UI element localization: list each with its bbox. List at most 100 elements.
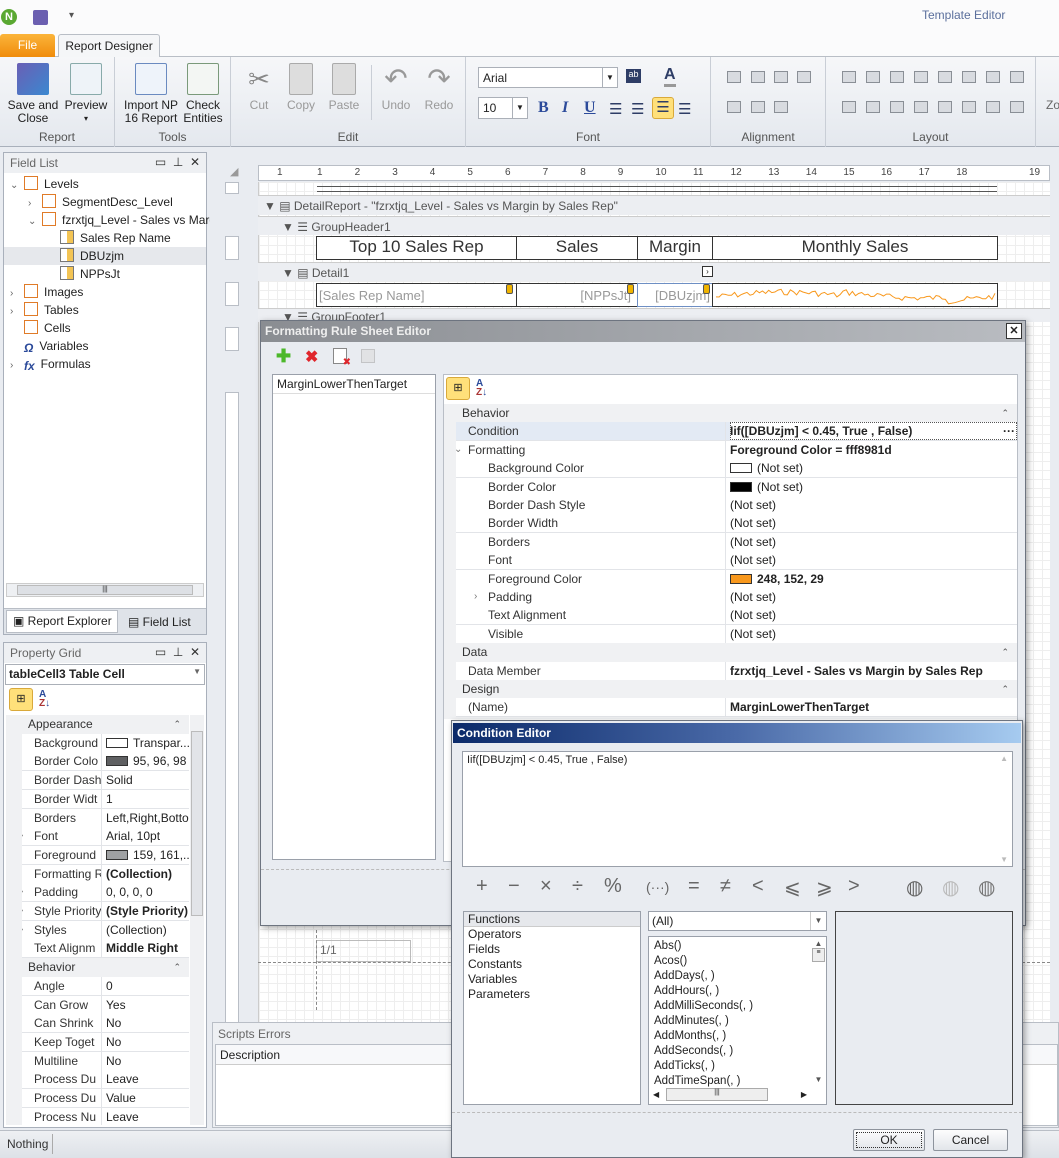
- layout-tool-icon[interactable]: [866, 101, 880, 113]
- property-row[interactable]: Foreground Color 248, 152, 29: [456, 569, 1017, 589]
- align-bottoms-icon[interactable]: [774, 101, 788, 113]
- layout-tool-icon[interactable]: [938, 101, 952, 113]
- tab-report-designer[interactable]: Report Designer: [58, 34, 160, 58]
- operator-button[interactable]: ÷: [572, 875, 583, 898]
- function-item[interactable]: AddSeconds(, ): [649, 1044, 809, 1059]
- align-right-button[interactable]: ☰: [652, 97, 674, 119]
- detail-cell-selected[interactable]: [DBUzjm]: [637, 283, 713, 307]
- detail-cell[interactable]: [Sales Rep Name]: [316, 283, 517, 307]
- justify-button[interactable]: ☰: [678, 100, 691, 118]
- operator-button[interactable]: ×: [540, 875, 552, 898]
- function-item[interactable]: AddMilliSeconds(, ): [649, 999, 809, 1014]
- sparkline[interactable]: [712, 283, 998, 307]
- underline-button[interactable]: U: [584, 99, 596, 117]
- layout-tool-icon[interactable]: [986, 71, 1000, 83]
- property-row[interactable]: Multiline No: [22, 1051, 189, 1071]
- property-row[interactable]: ›Padding0, 0, 0, 0: [22, 883, 189, 903]
- operator-button[interactable]: (···): [646, 879, 669, 895]
- quick-access-dropdown-icon[interactable]: ▾: [69, 10, 74, 21]
- header-cell[interactable]: Top 10 Sales Rep: [316, 236, 517, 260]
- property-value[interactable]: (Not set): [730, 514, 1017, 532]
- property-row[interactable]: Can Grow Yes: [22, 995, 189, 1015]
- clear-unused-icon[interactable]: [361, 349, 375, 363]
- rule-item[interactable]: MarginLowerThenTarget: [273, 375, 435, 394]
- undo-button[interactable]: ↶ Undo: [376, 63, 416, 112]
- close-button[interactable]: ✕: [1006, 323, 1022, 339]
- font-size-select[interactable]: 10 ▼: [478, 97, 528, 119]
- ellipsis-button[interactable]: ···: [1003, 422, 1015, 440]
- tree-item[interactable]: ⌄ fzrxtjq_Level - Sales vs Margin: [4, 211, 225, 229]
- operator-button[interactable]: ⩽: [784, 875, 801, 900]
- property-value[interactable]: Value: [106, 1089, 189, 1107]
- italic-button[interactable]: I: [562, 99, 568, 117]
- layout-tool-icon[interactable]: [890, 101, 904, 113]
- operator-button[interactable]: +: [476, 875, 488, 898]
- property-row[interactable]: Text Alignm Middle Right: [22, 939, 189, 959]
- vertical-scrollbar[interactable]: [190, 715, 204, 1125]
- save-and-close-button[interactable]: Save and Close: [4, 63, 62, 125]
- tree-item[interactable]: › SegmentDesc_Level: [4, 193, 206, 211]
- property-row[interactable]: Borders (Not set): [456, 532, 1017, 552]
- property-row[interactable]: ⌄FormattingForeground Color = fff8981d: [456, 440, 1017, 460]
- property-value[interactable]: Transpar...: [106, 734, 189, 752]
- property-row[interactable]: Border Widt 1: [22, 789, 189, 809]
- layout-tool-icon[interactable]: [842, 101, 856, 113]
- categorized-button[interactable]: ⊞: [9, 688, 33, 711]
- scroll-down-icon[interactable]: ▼: [1000, 855, 1008, 864]
- property-row[interactable]: Border Width (Not set): [456, 514, 1017, 534]
- property-value[interactable]: (Not set): [730, 496, 1017, 514]
- property-value[interactable]: Leave: [106, 1108, 189, 1125]
- property-row[interactable]: Keep Toget No: [22, 1032, 189, 1052]
- property-row[interactable]: Process Du Leave: [22, 1070, 189, 1090]
- operator-button[interactable]: <: [752, 875, 764, 898]
- save-icon[interactable]: [33, 10, 48, 25]
- object-selector[interactable]: tableCell3 Table Cell ▼: [5, 664, 205, 685]
- alphabetical-button[interactable]: A Z↓: [39, 690, 50, 709]
- align-rights-icon[interactable]: [797, 71, 811, 83]
- operator-button[interactable]: %: [604, 875, 622, 898]
- tab-report-explorer[interactable]: ▣ Report Explorer: [6, 610, 118, 633]
- categorized-button[interactable]: ⊞: [446, 377, 470, 400]
- expander-icon[interactable]: ›: [22, 921, 23, 939]
- cancel-button[interactable]: Cancel: [933, 1129, 1008, 1151]
- panel-controls[interactable]: ▭ ⊥ ✕: [155, 645, 200, 659]
- tree-item[interactable]: ⌄ Levels: [4, 175, 206, 193]
- font-color-icon[interactable]: A: [664, 66, 676, 87]
- purge-rules-icon[interactable]: ✖: [333, 348, 351, 368]
- collapse-icon[interactable]: ⌃: [1001, 680, 1009, 699]
- property-value[interactable]: 0: [106, 977, 189, 995]
- band-detail[interactable]: ▼ ▤ Detail1: [258, 262, 1050, 281]
- import-report-button[interactable]: Import NP 16 Report: [123, 63, 179, 125]
- logical-operator-icon[interactable]: ◍: [906, 875, 923, 900]
- property-value[interactable]: (Not set): [730, 588, 1017, 606]
- check-entities-button[interactable]: Check Entities: [181, 63, 225, 125]
- layout-tool-icon[interactable]: [890, 71, 904, 83]
- property-value[interactable]: Foreground Color = fff8981d: [730, 441, 1017, 459]
- cut-button[interactable]: ✂ Cut: [239, 63, 279, 112]
- property-row[interactable]: ›Styles(Collection): [22, 920, 189, 940]
- property-row[interactable]: (Name) MarginLowerThenTarget: [456, 698, 1017, 718]
- collapse-icon[interactable]: ⌃: [1001, 404, 1009, 423]
- category-header[interactable]: Behavior ⌃: [444, 404, 1017, 423]
- layout-tool-icon[interactable]: [914, 101, 928, 113]
- horizontal-scrollbar[interactable]: ◀ ||| ▶: [650, 1087, 810, 1103]
- property-value[interactable]: Yes: [106, 996, 189, 1014]
- panel-controls[interactable]: ▭ ⊥ ✕: [155, 155, 200, 169]
- layout-tool-icon[interactable]: [866, 71, 880, 83]
- category-item[interactable]: Functions: [464, 912, 640, 927]
- align-centers-icon[interactable]: [774, 71, 788, 83]
- property-value[interactable]: (Style Priority): [106, 902, 189, 920]
- property-value[interactable]: (Not set): [730, 478, 1017, 496]
- property-value[interactable]: Solid: [106, 771, 189, 789]
- copy-button[interactable]: Copy: [281, 63, 321, 112]
- alphabetical-button[interactable]: A Z↓: [476, 379, 487, 398]
- property-row[interactable]: Border Dash Solid: [22, 771, 189, 791]
- property-row[interactable]: Background Color (Not set): [456, 459, 1017, 479]
- property-value[interactable]: (Collection): [106, 921, 189, 939]
- property-row[interactable]: ›FontArial, 10pt: [22, 827, 189, 847]
- band-detail-report[interactable]: ▼ ▤ DetailReport - "fzrxtjq_Level - Sale…: [258, 195, 1050, 215]
- property-row[interactable]: Formatting R (Collection): [22, 864, 189, 884]
- property-row[interactable]: Text Alignment (Not set): [456, 606, 1017, 626]
- tree-item[interactable]: › Tables: [4, 301, 206, 319]
- preview-button[interactable]: Preview ▾: [62, 63, 110, 125]
